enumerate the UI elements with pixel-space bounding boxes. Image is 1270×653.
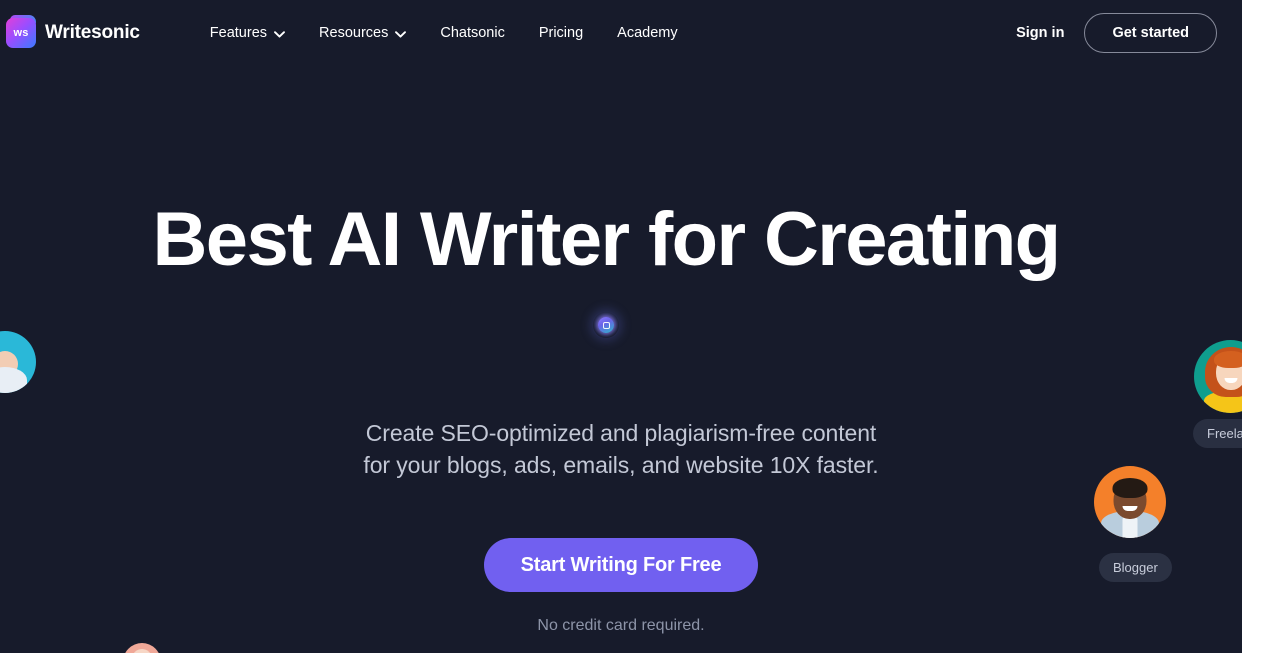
avatar-freelancer-label: Freelancer [1193, 419, 1242, 448]
chevron-down-icon [395, 30, 407, 38]
brand-logo-link[interactable]: ws Writesonic [6, 15, 140, 48]
nav-item-chatsonic[interactable]: Chatsonic [440, 25, 504, 41]
avatar-illustration [1194, 340, 1242, 413]
nav-item-pricing[interactable]: Pricing [539, 25, 583, 41]
no-credit-card-note: No credit card required. [537, 617, 705, 634]
nav-item-resources[interactable]: Resources [319, 25, 407, 41]
nav-item-chatsonic-label: Chatsonic [440, 25, 505, 41]
chevron-down-icon [274, 30, 285, 38]
hero-headline: Best AI Writer for Creating [152, 197, 1062, 282]
nav-item-features[interactable]: Features [210, 25, 285, 41]
avatar-bottom-partial [123, 643, 161, 653]
hero-subtitle-line-2: for your blogs, ads, emails, and website… [363, 451, 879, 478]
avatar-blogger [1094, 466, 1166, 538]
main-navbar: ws Writesonic Features Resources Chatson… [0, 0, 1242, 66]
avatar-illustration [0, 331, 36, 393]
avatar-hair [1112, 478, 1148, 498]
avatar-illustration [123, 643, 161, 653]
nav-item-resources-label: Resources [319, 25, 389, 41]
nav-item-pricing-label: Pricing [538, 25, 584, 41]
avatar-head [132, 649, 152, 653]
avatar-left-partial [0, 331, 36, 393]
brand-name: Writesonic [45, 22, 140, 43]
nav-item-academy[interactable]: Academy [617, 25, 677, 41]
hero-cta-wrapper: Start Writing For Free [0, 538, 1242, 592]
nav-item-features-label: Features [209, 25, 268, 41]
avatar-body [0, 367, 27, 393]
scrollbar-gutter[interactable] [1242, 0, 1270, 653]
page-root: ws Writesonic Features Resources Chatson… [0, 0, 1270, 653]
avatar-hair-front [1213, 351, 1242, 368]
get-started-button[interactable]: Get started [1084, 13, 1217, 53]
avatar-freelancer [1194, 340, 1242, 413]
avatar-illustration [1094, 466, 1166, 538]
start-writing-for-free-button[interactable]: Start Writing For Free [483, 538, 759, 592]
hero-subtitle: Create SEO-optimized and plagiarism-free… [0, 418, 1242, 481]
writesonic-logo-icon: ws [6, 15, 36, 48]
sign-in-link[interactable]: Sign in [1016, 25, 1064, 41]
logo-mark-text: ws [13, 26, 29, 39]
avatar-blogger-label: Blogger [1099, 553, 1172, 582]
hero-subtitle-line-1: Create SEO-optimized and plagiarism-free… [365, 420, 877, 446]
nav-item-academy-label: Academy [617, 25, 678, 41]
nav-links: Features Resources Chatsonic Pricing Aca… [210, 25, 678, 41]
site-viewport: ws Writesonic Features Resources Chatson… [0, 0, 1242, 653]
nav-actions: Sign in Get started [1016, 13, 1217, 53]
